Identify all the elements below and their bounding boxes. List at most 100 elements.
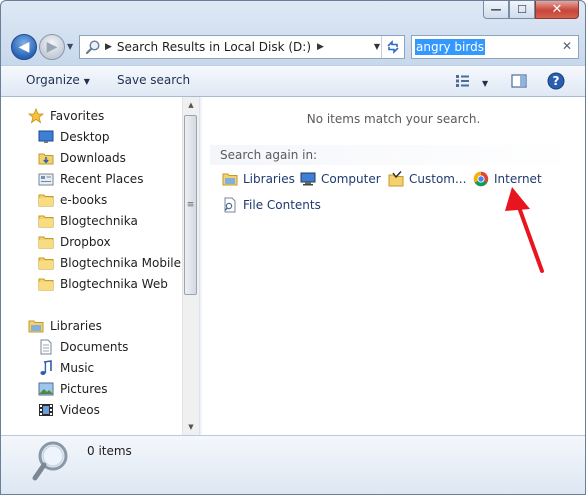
search-folder-icon	[84, 38, 102, 56]
magnifier-icon	[31, 440, 75, 484]
back-button[interactable]: ◀	[11, 34, 37, 60]
address-row: ◀ ▶ ▼ ▶ Search Results in Local Disk (D:…	[9, 33, 579, 61]
minimize-button[interactable]: —	[483, 1, 509, 19]
nav-item-label: Videos	[60, 403, 100, 417]
breadcrumb-separator-icon[interactable]: ▶	[105, 42, 112, 52]
downloads-folder-icon	[38, 150, 54, 166]
breadcrumb[interactable]: Search Results in Local Disk (D:)	[117, 40, 311, 54]
nav-item-label: Downloads	[60, 151, 126, 165]
caption-buttons: — ☐ ✕	[483, 1, 579, 19]
libraries-icon	[222, 171, 238, 187]
view-options-dropdown[interactable]: ▼	[482, 75, 488, 89]
nav-item-e-books[interactable]: e-books	[38, 190, 107, 210]
close-button[interactable]: ✕	[535, 1, 579, 19]
nav-item-blogtechnika-mobile[interactable]: Blogtechnika Mobile	[38, 253, 181, 273]
favorites-label: Favorites	[50, 109, 105, 123]
forward-button[interactable]: ▶	[39, 34, 65, 60]
music-icon	[38, 360, 54, 376]
nav-item-recent-places[interactable]: Recent Places	[38, 169, 143, 189]
videos-icon	[38, 402, 54, 418]
search-option-label: File Contents	[243, 198, 321, 212]
preview-pane-icon	[511, 74, 527, 88]
file-contents-icon	[222, 197, 238, 213]
title-bar: — ☐ ✕	[1, 1, 585, 31]
nav-item-label: Blogtechnika	[60, 214, 138, 228]
search-again-file-contents[interactable]: File Contents	[222, 195, 321, 215]
clear-search-icon[interactable]: ✕	[562, 39, 572, 53]
search-again-custom[interactable]: Custom...	[388, 169, 466, 189]
custom-folder-icon	[388, 171, 404, 187]
nav-item-videos[interactable]: Videos	[38, 400, 100, 420]
forward-arrow-icon: ▶	[46, 39, 58, 55]
details-pane: 0 items	[1, 435, 585, 494]
libraries-label: Libraries	[50, 319, 102, 333]
back-arrow-icon: ◀	[18, 39, 30, 55]
nav-item-label: Music	[60, 361, 95, 375]
maximize-button[interactable]: ☐	[509, 1, 535, 19]
libraries-header[interactable]: Libraries	[28, 316, 102, 336]
command-bar: Organize ▼ Save search ▼ ?	[1, 65, 585, 97]
minimize-icon: —	[490, 3, 502, 16]
change-view-button[interactable]	[453, 72, 473, 90]
main-content: Favorites Desktop Downloads Recent Place…	[1, 97, 585, 435]
navigation-scrollbar[interactable]: ▲ ≡ ▼	[182, 97, 199, 435]
folder-icon	[38, 276, 54, 292]
nav-item-dropbox[interactable]: Dropbox	[38, 232, 111, 252]
nav-item-downloads[interactable]: Downloads	[38, 148, 126, 168]
refresh-button[interactable]	[381, 36, 404, 58]
nav-item-label: Blogtechnika Web	[60, 277, 168, 291]
help-button[interactable]: ?	[546, 72, 566, 90]
documents-icon	[38, 339, 54, 355]
chrome-icon	[473, 171, 489, 187]
search-again-internet[interactable]: Internet	[473, 169, 542, 189]
explorer-window: — ☐ ✕ ◀ ▶ ▼ ▶ Search Results in Local Di…	[0, 0, 586, 495]
organize-button[interactable]: Organize ▼	[26, 73, 90, 87]
empty-results-message: No items match your search.	[306, 112, 481, 126]
scroll-up-icon[interactable]: ▲	[183, 97, 199, 113]
refresh-icon	[387, 40, 399, 54]
folder-icon	[38, 255, 54, 271]
favorites-header[interactable]: Favorites	[28, 106, 104, 126]
search-again-header: Search again in:	[210, 145, 577, 165]
nav-item-documents[interactable]: Documents	[38, 337, 128, 357]
nav-item-label: Dropbox	[60, 235, 111, 249]
search-option-label: Computer	[321, 172, 381, 186]
search-option-label: Libraries	[243, 172, 295, 186]
nav-item-label: Recent Places	[60, 172, 144, 186]
close-icon: ✕	[551, 2, 563, 17]
chevron-down-icon: ▼	[83, 77, 90, 86]
results-pane: No items match your search. Search again…	[202, 97, 585, 435]
search-again-label: Search again in:	[220, 148, 318, 162]
nav-item-music[interactable]: Music	[38, 358, 94, 378]
scroll-thumb[interactable]: ≡	[184, 115, 197, 295]
change-view-icon	[456, 75, 469, 87]
search-again-libraries[interactable]: Libraries	[222, 169, 295, 189]
address-bar[interactable]: ▶ Search Results in Local Disk (D:) ▶ ▼	[79, 35, 405, 59]
search-query-text[interactable]: angry birds	[415, 39, 485, 55]
breadcrumb-separator-icon[interactable]: ▶	[317, 42, 324, 52]
svg-text:?: ?	[553, 74, 560, 88]
nav-item-label: Desktop	[60, 130, 110, 144]
nav-item-label: e-books	[60, 193, 108, 207]
folder-icon	[38, 192, 54, 208]
search-again-computer[interactable]: Computer	[300, 169, 381, 189]
maximize-icon: ☐	[517, 3, 527, 16]
help-icon: ?	[547, 72, 565, 90]
nav-item-pictures[interactable]: Pictures	[38, 379, 108, 399]
search-option-label: Custom...	[409, 172, 467, 186]
save-search-button[interactable]: Save search	[117, 73, 190, 87]
search-option-label: Internet	[494, 172, 542, 186]
recent-pages-dropdown[interactable]: ▼	[67, 42, 73, 51]
nav-item-label: Pictures	[60, 382, 108, 396]
scroll-down-icon[interactable]: ▼	[183, 419, 199, 435]
libraries-icon	[28, 318, 44, 334]
nav-item-blogtechnika-web[interactable]: Blogtechnika Web	[38, 274, 168, 294]
address-history-dropdown[interactable]: ▼	[374, 42, 380, 51]
nav-item-blogtechnika[interactable]: Blogtechnika	[38, 211, 138, 231]
star-icon	[28, 108, 44, 124]
nav-item-desktop[interactable]: Desktop	[38, 127, 110, 147]
preview-pane-button[interactable]	[509, 72, 529, 90]
search-input[interactable]: angry birds ✕	[411, 35, 579, 59]
nav-item-label: Documents	[60, 340, 129, 354]
recent-places-icon	[38, 171, 54, 187]
